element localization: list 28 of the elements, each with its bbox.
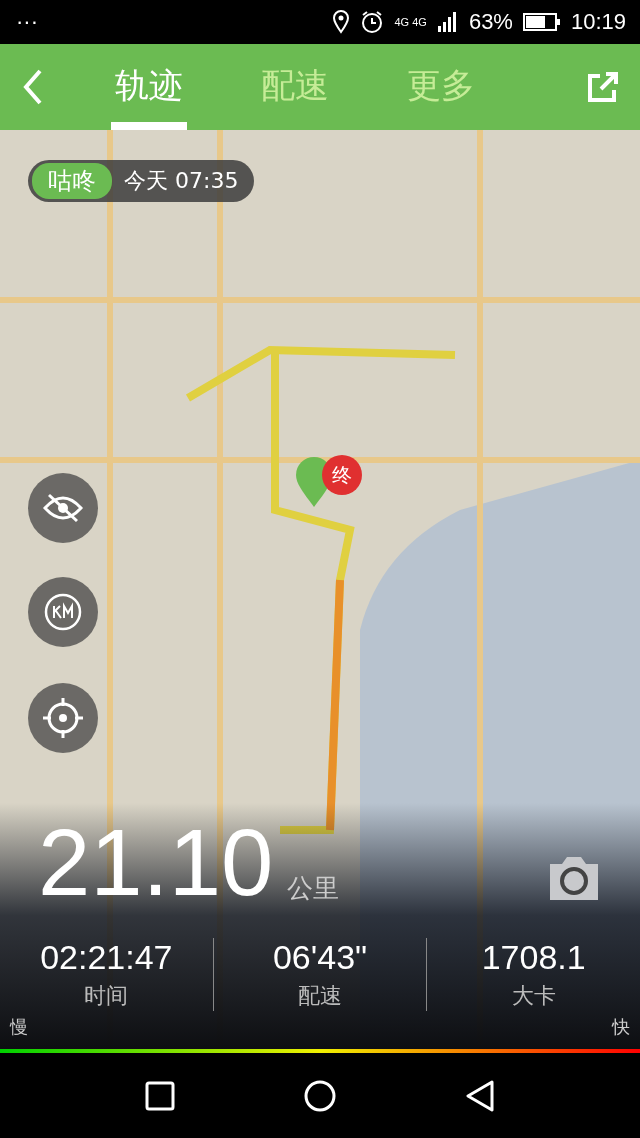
tab[interactable]: 更多 [403, 44, 479, 130]
start-time: 今天 07:35 [124, 167, 239, 195]
battery-icon [522, 12, 561, 32]
stat-value: 06'43" [272, 938, 368, 977]
eye-off-icon [43, 493, 83, 523]
tab[interactable]: 配速 [257, 44, 333, 130]
slow-label: 慢 [10, 1015, 28, 1039]
alarm-icon [360, 10, 385, 34]
crosshair-icon [43, 698, 83, 738]
battery-percent: 63% [468, 9, 513, 35]
network-label: 4G 4G [394, 16, 427, 28]
signal-icon [436, 11, 459, 33]
stat-label: 大卡 [511, 982, 556, 1010]
back-nav-icon[interactable] [465, 1079, 496, 1112]
app-tag: 咕咚 [32, 163, 112, 199]
distance-value: 21.10 [38, 816, 274, 910]
location-icon [332, 10, 351, 34]
recents-icon[interactable] [144, 1080, 175, 1111]
distance-unit: 公里 [287, 872, 340, 905]
stat-value: 02:21:47 [40, 938, 173, 977]
fast-label: 快 [612, 1015, 630, 1039]
stat-label: 配速 [298, 982, 342, 1010]
notification-dots: ··· [16, 9, 38, 35]
km-marker-icon [43, 592, 83, 632]
home-icon[interactable] [304, 1079, 336, 1112]
stat-label: 时间 [84, 982, 129, 1010]
stat-value: 1708.1 [481, 938, 586, 977]
clock-time: 10:19 [570, 9, 626, 35]
